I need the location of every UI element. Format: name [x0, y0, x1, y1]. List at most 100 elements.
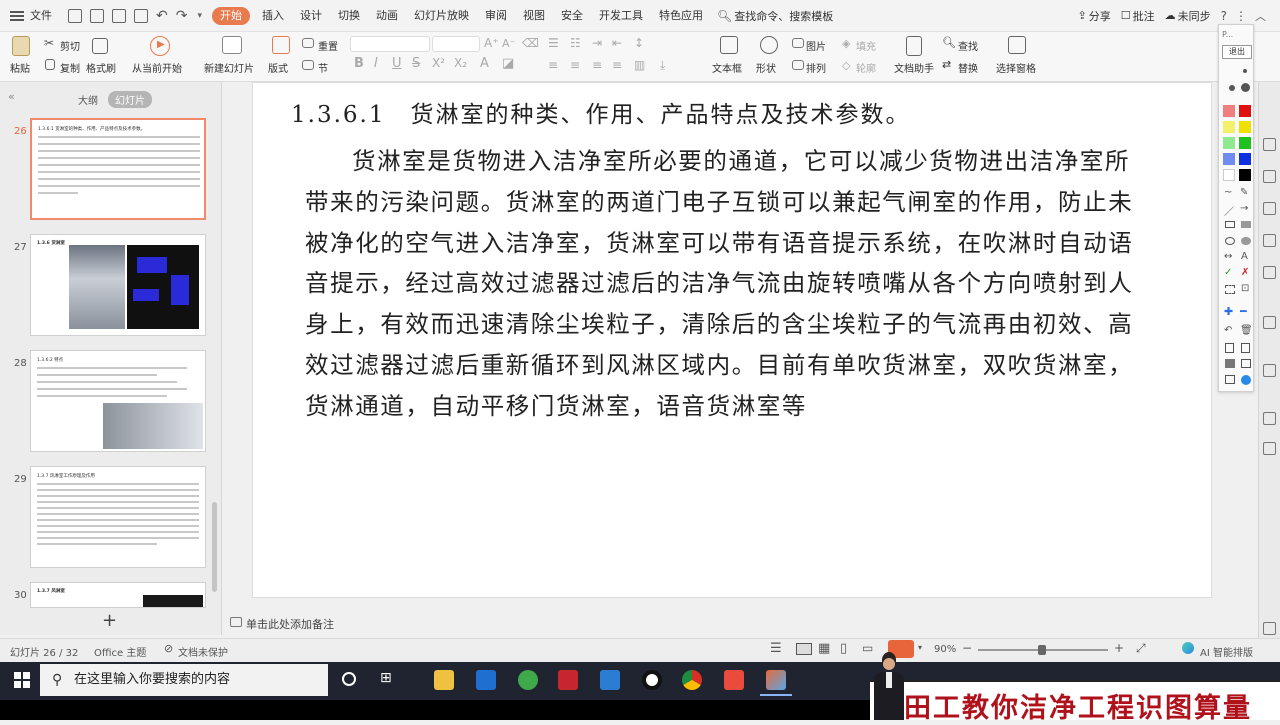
- text-tool-icon[interactable]: A: [1241, 251, 1248, 262]
- copy-icon[interactable]: [45, 59, 55, 70]
- align-right-icon[interactable]: ≡: [592, 58, 602, 72]
- recorder-icon[interactable]: [642, 670, 662, 690]
- highlight-icon[interactable]: ◪: [502, 56, 514, 71]
- panel-scrollbar[interactable]: [212, 502, 217, 592]
- from-current-button[interactable]: 从当前开始: [132, 60, 182, 75]
- slide-thumbnail-27[interactable]: 1.3.6 货淋室: [30, 234, 206, 336]
- undo-ink-icon[interactable]: ↶: [1224, 325, 1232, 336]
- slide-body-text[interactable]: 货淋室是货物进入洁净室所必要的通道，它可以减少货物进出洁净室所带来的污染问题。货…: [305, 141, 1155, 427]
- tab-developer[interactable]: 开发工具: [591, 0, 651, 32]
- strikethrough-icon[interactable]: S: [412, 56, 420, 71]
- theme-label[interactable]: Office 主题: [94, 644, 146, 659]
- ellipse-icon[interactable]: [1225, 237, 1235, 245]
- font-color-icon[interactable]: A: [480, 56, 489, 71]
- fit-window-icon[interactable]: ⤢: [1136, 641, 1146, 656]
- zoom-slider-thumb[interactable]: [1038, 645, 1046, 655]
- shape-icon[interactable]: [760, 36, 778, 54]
- clear-format-icon[interactable]: ⌫: [522, 36, 539, 50]
- indent-icon[interactable]: ⇥: [592, 36, 602, 50]
- add-tool-icon[interactable]: ✚: [1224, 305, 1233, 318]
- reset-icon[interactable]: [302, 38, 314, 48]
- color-swatch-blue[interactable]: [1239, 153, 1251, 165]
- color-swatch-pink[interactable]: [1223, 105, 1235, 117]
- fill-button[interactable]: 填充: [856, 38, 876, 53]
- find-icon[interactable]: 🔍︎: [942, 36, 956, 49]
- section-icon[interactable]: [302, 60, 314, 70]
- bold-icon[interactable]: B: [354, 56, 364, 71]
- freehand-icon[interactable]: ~: [1224, 187, 1232, 198]
- tab-insert[interactable]: 插入: [254, 0, 292, 32]
- filled-ellipse-icon[interactable]: [1241, 237, 1251, 245]
- animation-icon[interactable]: [1263, 202, 1276, 215]
- grow-font-icon[interactable]: A⁺: [484, 36, 499, 50]
- double-arrow-icon[interactable]: ↔: [1224, 251, 1232, 262]
- print-icon[interactable]: [112, 8, 126, 23]
- select-pane-button[interactable]: 选择窗格: [996, 60, 1036, 75]
- ai-layout-button[interactable]: AI 智能排版: [1200, 644, 1253, 659]
- outdent-icon[interactable]: ⇤: [612, 36, 622, 50]
- pen-size-large[interactable]: [1241, 83, 1250, 92]
- format-painter-button[interactable]: 格式刷: [86, 60, 116, 75]
- columns-icon[interactable]: ▥: [634, 58, 645, 72]
- windows-start-icon[interactable]: [14, 672, 30, 688]
- tab-review[interactable]: 审阅: [477, 0, 515, 32]
- underline-icon[interactable]: U: [392, 56, 402, 71]
- slide-thumbnail-26[interactable]: 1.3.6.1 货淋室的种类、作用、产品特点及技术参数。: [30, 118, 206, 220]
- layout-button[interactable]: 版式: [268, 60, 288, 75]
- subscript-icon[interactable]: X₂: [454, 56, 467, 70]
- doc-assistant-button[interactable]: 文档助手: [894, 60, 934, 75]
- file-explorer-icon[interactable]: [434, 670, 454, 690]
- bullets-icon[interactable]: ☰: [548, 36, 559, 50]
- align-center-icon[interactable]: ≡: [570, 58, 580, 72]
- add-slide-button[interactable]: +: [102, 610, 117, 631]
- tab-slides[interactable]: 幻灯片: [108, 91, 152, 108]
- reset-button[interactable]: 重置: [318, 38, 338, 53]
- tab-design[interactable]: 设计: [292, 0, 330, 32]
- normal-view-icon[interactable]: [796, 643, 812, 655]
- share-button[interactable]: ⇪ 分享: [1078, 8, 1111, 24]
- redo-icon[interactable]: ↷: [176, 8, 188, 24]
- collapse-panel-icon[interactable]: «: [8, 90, 15, 103]
- tab-view[interactable]: 视图: [515, 0, 553, 32]
- cut-icon[interactable]: ✂: [44, 36, 54, 50]
- color-swatch-black[interactable]: [1239, 169, 1251, 181]
- paste-icon[interactable]: [12, 36, 30, 56]
- sync-button[interactable]: ☁ 未同步: [1165, 8, 1211, 24]
- info-icon[interactable]: [1241, 375, 1251, 385]
- cross-icon[interactable]: ✗: [1241, 267, 1249, 278]
- outline-button[interactable]: 轮廓: [856, 60, 876, 75]
- page-icon[interactable]: [1225, 343, 1234, 353]
- share-panel-icon[interactable]: [1263, 266, 1276, 279]
- more-options-icon[interactable]: ⋮: [1235, 9, 1247, 23]
- more-icon[interactable]: ▾: [197, 11, 202, 21]
- superscript-icon[interactable]: X²: [432, 56, 445, 70]
- more-panel-icon[interactable]: [1263, 442, 1276, 455]
- slide-sorter-icon[interactable]: ▦: [818, 641, 830, 656]
- replace-icon[interactable]: ⇄: [942, 58, 951, 71]
- slide-thumbnail-29[interactable]: 1.3.7 风淋室工作原理及作用: [30, 466, 206, 568]
- task-view-icon[interactable]: [342, 672, 356, 686]
- word-icon[interactable]: [600, 670, 620, 690]
- chrome-icon[interactable]: [682, 670, 702, 690]
- tab-animation[interactable]: 动画: [368, 0, 406, 32]
- save-icon[interactable]: [68, 8, 82, 23]
- screenshot-icon[interactable]: [1241, 359, 1251, 368]
- shrink-font-icon[interactable]: A⁻: [502, 37, 515, 50]
- pen-size-medium[interactable]: [1229, 85, 1235, 91]
- tab-slideshow[interactable]: 幻灯片放映: [406, 0, 477, 32]
- export-icon[interactable]: [90, 8, 104, 23]
- wps-icon[interactable]: [724, 670, 744, 690]
- fill-icon[interactable]: ◈: [842, 37, 850, 50]
- rectangle-icon[interactable]: [1225, 221, 1235, 228]
- color-swatch-light-yellow[interactable]: [1223, 121, 1235, 133]
- store-icon[interactable]: [476, 670, 496, 690]
- pen-size-small[interactable]: [1243, 69, 1247, 73]
- select-region-icon[interactable]: [1225, 285, 1235, 294]
- taskbar-search-box[interactable]: 在这里输入你要搜索的内容: [40, 664, 328, 696]
- tab-security[interactable]: 安全: [553, 0, 591, 32]
- delete-ink-icon[interactable]: 🗑︎: [1240, 325, 1253, 336]
- search-command[interactable]: 🔍︎ 查找命令、搜索模板: [717, 8, 833, 24]
- color-swatch-light-blue[interactable]: [1223, 153, 1235, 165]
- backup-icon[interactable]: [1263, 234, 1276, 247]
- select-pane-icon[interactable]: [1008, 36, 1026, 54]
